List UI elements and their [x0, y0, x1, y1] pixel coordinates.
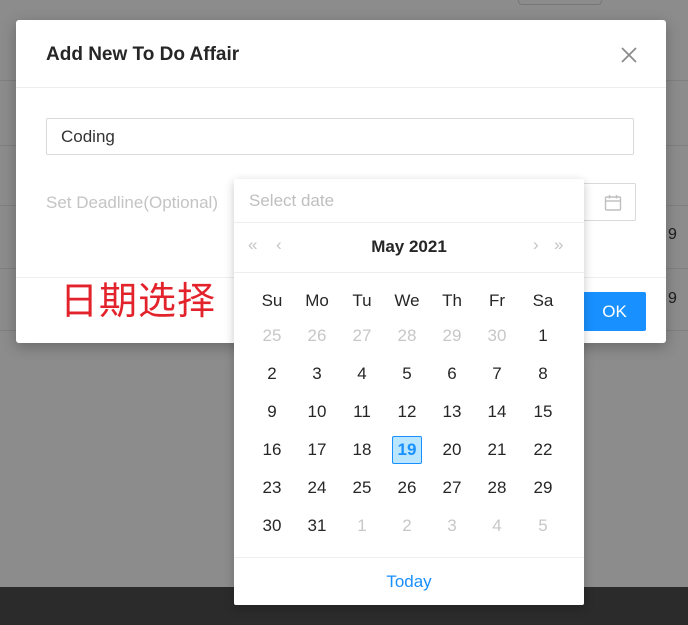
day-cell[interactable]: 27: [437, 474, 467, 502]
day-cell[interactable]: 8: [528, 360, 558, 388]
day-cell[interactable]: 14: [482, 398, 512, 426]
day-cell[interactable]: 26: [392, 474, 422, 502]
day-cell[interactable]: 11: [347, 398, 377, 426]
day-cell[interactable]: 20: [437, 436, 467, 464]
calendar-icon[interactable]: [604, 194, 622, 212]
day-cell[interactable]: 16: [257, 436, 287, 464]
day-cell[interactable]: 3: [302, 360, 332, 388]
day-cell[interactable]: 26: [302, 322, 332, 350]
weekday-label: Mo: [305, 291, 329, 310]
day-cell[interactable]: 4: [482, 512, 512, 540]
date-picker-input-row: Select date: [234, 179, 584, 223]
date-picker-footer: Today: [234, 557, 584, 606]
day-cell[interactable]: 22: [528, 436, 558, 464]
day-cell[interactable]: 5: [392, 360, 422, 388]
day-cell[interactable]: 7: [482, 360, 512, 388]
date-picker-header: « ‹ May 2021 › »: [234, 222, 584, 273]
ok-button[interactable]: OK: [583, 292, 646, 331]
weekday-label: We: [394, 291, 420, 310]
day-cell[interactable]: 1: [528, 322, 558, 350]
weekday-label: Su: [261, 291, 283, 310]
annotation-text: 日期选择: [60, 279, 217, 323]
day-cell[interactable]: 28: [392, 322, 422, 350]
day-cell[interactable]: 2: [392, 512, 422, 540]
day-cell[interactable]: 13: [437, 398, 467, 426]
next-year-button[interactable]: »: [554, 235, 563, 255]
day-cell[interactable]: 3: [437, 512, 467, 540]
today-button[interactable]: Today: [234, 572, 584, 592]
day-cell[interactable]: 29: [528, 474, 558, 502]
day-cell[interactable]: 24: [302, 474, 332, 502]
close-icon[interactable]: [619, 45, 639, 65]
selected-day-cell[interactable]: 19: [392, 436, 422, 464]
modal-title: Add New To Do Affair: [46, 44, 240, 65]
day-cell[interactable]: 6: [437, 360, 467, 388]
weekday-label: Fr: [488, 291, 506, 310]
day-cell[interactable]: 23: [257, 474, 287, 502]
weekday-label: Tu: [352, 291, 372, 310]
day-cell[interactable]: 9: [257, 398, 287, 426]
day-cell[interactable]: 31: [302, 512, 332, 540]
deadline-label: Set Deadline(Optional): [46, 193, 218, 212]
day-cell[interactable]: 21: [482, 436, 512, 464]
day-cell[interactable]: 25: [257, 322, 287, 350]
day-cell[interactable]: 17: [302, 436, 332, 464]
day-cell[interactable]: 27: [347, 322, 377, 350]
weekday-label: Sa: [532, 291, 554, 310]
day-cell[interactable]: 5: [528, 512, 558, 540]
date-picker-input[interactable]: Select date: [249, 191, 334, 211]
todo-text-input[interactable]: [46, 118, 634, 155]
day-cell[interactable]: 18: [347, 436, 377, 464]
day-cell[interactable]: 29: [437, 322, 467, 350]
day-cell[interactable]: 1: [347, 512, 377, 540]
day-cell[interactable]: 30: [257, 512, 287, 540]
month-year-title[interactable]: May 2021: [234, 237, 584, 257]
day-cell[interactable]: 30: [482, 322, 512, 350]
day-cell[interactable]: 15: [528, 398, 558, 426]
day-cell[interactable]: 10: [302, 398, 332, 426]
date-picker-dropdown: Select date « ‹ May 2021 › » Su Mo Tu We Th F…: [234, 179, 584, 605]
day-cell[interactable]: 12: [392, 398, 422, 426]
day-cell[interactable]: 25: [347, 474, 377, 502]
next-month-button[interactable]: ›: [533, 235, 539, 255]
weekday-label: Th: [442, 291, 462, 310]
day-cell[interactable]: 2: [257, 360, 287, 388]
day-cell[interactable]: 28: [482, 474, 512, 502]
modal-header: Add New To Do Affair: [16, 20, 666, 88]
day-cell[interactable]: 4: [347, 360, 377, 388]
